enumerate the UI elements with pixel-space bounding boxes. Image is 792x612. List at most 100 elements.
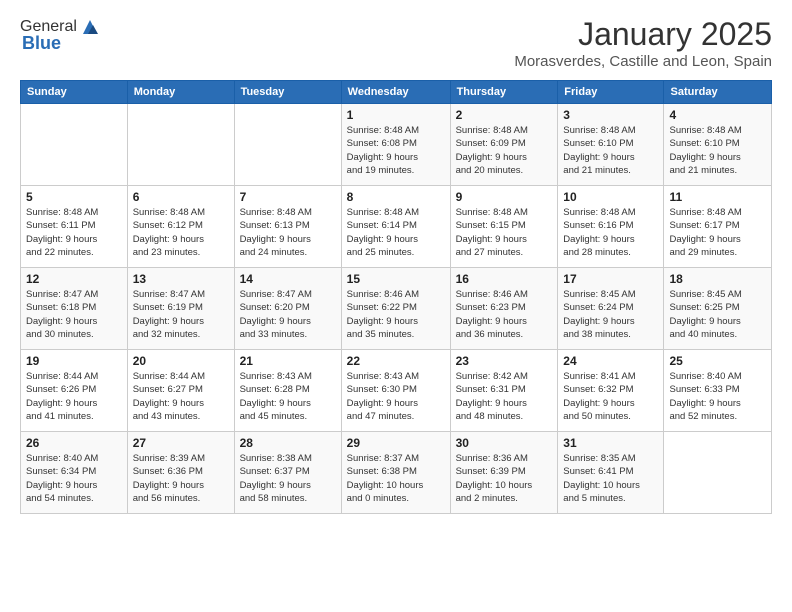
col-monday: Monday	[127, 81, 234, 104]
month-title: January 2025	[514, 16, 772, 53]
day-info: Sunrise: 8:48 AM Sunset: 6:16 PM Dayligh…	[563, 206, 658, 259]
day-number: 21	[240, 354, 336, 368]
day-info: Sunrise: 8:48 AM Sunset: 6:12 PM Dayligh…	[133, 206, 229, 259]
day-info: Sunrise: 8:39 AM Sunset: 6:36 PM Dayligh…	[133, 452, 229, 505]
day-number: 6	[133, 190, 229, 204]
calendar-cell: 20 Sunrise: 8:44 AM Sunset: 6:27 PM Dayli…	[127, 350, 234, 432]
day-number: 8	[347, 190, 445, 204]
day-info: Sunrise: 8:44 AM Sunset: 6:26 PM Dayligh…	[26, 370, 122, 423]
col-friday: Friday	[558, 81, 664, 104]
col-tuesday: Tuesday	[234, 81, 341, 104]
day-number: 29	[347, 436, 445, 450]
calendar-cell: 2 Sunrise: 8:48 AM Sunset: 6:09 PM Daylig…	[450, 104, 558, 186]
day-number: 13	[133, 272, 229, 286]
calendar-cell	[21, 104, 128, 186]
calendar-cell: 26 Sunrise: 8:40 AM Sunset: 6:34 PM Dayli…	[21, 432, 128, 514]
calendar-week-row: 26 Sunrise: 8:40 AM Sunset: 6:34 PM Dayli…	[21, 432, 772, 514]
calendar-header-row: Sunday Monday Tuesday Wednesday Thursday…	[21, 81, 772, 104]
day-info: Sunrise: 8:44 AM Sunset: 6:27 PM Dayligh…	[133, 370, 229, 423]
col-saturday: Saturday	[664, 81, 772, 104]
calendar-cell: 28 Sunrise: 8:38 AM Sunset: 6:37 PM Dayli…	[234, 432, 341, 514]
calendar-cell: 9 Sunrise: 8:48 AM Sunset: 6:15 PM Daylig…	[450, 186, 558, 268]
day-info: Sunrise: 8:45 AM Sunset: 6:25 PM Dayligh…	[669, 288, 766, 341]
day-info: Sunrise: 8:48 AM Sunset: 6:13 PM Dayligh…	[240, 206, 336, 259]
day-info: Sunrise: 8:36 AM Sunset: 6:39 PM Dayligh…	[456, 452, 553, 505]
day-number: 4	[669, 108, 766, 122]
day-info: Sunrise: 8:42 AM Sunset: 6:31 PM Dayligh…	[456, 370, 553, 423]
calendar-cell: 22 Sunrise: 8:43 AM Sunset: 6:30 PM Dayli…	[341, 350, 450, 432]
calendar-cell: 19 Sunrise: 8:44 AM Sunset: 6:26 PM Dayli…	[21, 350, 128, 432]
day-info: Sunrise: 8:45 AM Sunset: 6:24 PM Dayligh…	[563, 288, 658, 341]
col-thursday: Thursday	[450, 81, 558, 104]
day-info: Sunrise: 8:48 AM Sunset: 6:10 PM Dayligh…	[563, 124, 658, 177]
calendar-cell: 11 Sunrise: 8:48 AM Sunset: 6:17 PM Dayli…	[664, 186, 772, 268]
calendar-cell	[127, 104, 234, 186]
calendar-cell: 16Sunrise: 8:46 AM Sunset: 6:23 PM Dayli…	[450, 268, 558, 350]
day-number: 3	[563, 108, 658, 122]
day-info: Sunrise: 8:43 AM Sunset: 6:28 PM Dayligh…	[240, 370, 336, 423]
day-number: 15	[347, 272, 445, 286]
day-number: 1	[347, 108, 445, 122]
calendar-cell: 3 Sunrise: 8:48 AM Sunset: 6:10 PM Daylig…	[558, 104, 664, 186]
calendar-cell: 12 Sunrise: 8:47 AM Sunset: 6:18 PM Dayli…	[21, 268, 128, 350]
calendar-cell: 13 Sunrise: 8:47 AM Sunset: 6:19 PM Dayli…	[127, 268, 234, 350]
day-info: Sunrise: 8:46 AM Sunset: 6:22 PM Dayligh…	[347, 288, 445, 341]
logo: General Blue	[20, 16, 101, 54]
page: General Blue January 2025 Morasverdes, C…	[0, 0, 792, 612]
calendar-week-row: 19 Sunrise: 8:44 AM Sunset: 6:26 PM Dayli…	[21, 350, 772, 432]
day-number: 5	[26, 190, 122, 204]
calendar-cell: 10 Sunrise: 8:48 AM Sunset: 6:16 PM Dayli…	[558, 186, 664, 268]
calendar-cell: 27 Sunrise: 8:39 AM Sunset: 6:36 PM Dayli…	[127, 432, 234, 514]
col-sunday: Sunday	[21, 81, 128, 104]
day-number: 26	[26, 436, 122, 450]
calendar-week-row: 5Sunrise: 8:48 AM Sunset: 6:11 PM Daylig…	[21, 186, 772, 268]
day-number: 30	[456, 436, 553, 450]
day-info: Sunrise: 8:40 AM Sunset: 6:33 PM Dayligh…	[669, 370, 766, 423]
day-info: Sunrise: 8:41 AM Sunset: 6:32 PM Dayligh…	[563, 370, 658, 423]
day-number: 7	[240, 190, 336, 204]
day-number: 28	[240, 436, 336, 450]
day-info: Sunrise: 8:48 AM Sunset: 6:09 PM Dayligh…	[456, 124, 553, 177]
day-number: 17	[563, 272, 658, 286]
calendar-cell: 29Sunrise: 8:37 AM Sunset: 6:38 PM Dayli…	[341, 432, 450, 514]
day-number: 31	[563, 436, 658, 450]
day-number: 24	[563, 354, 658, 368]
day-info: Sunrise: 8:47 AM Sunset: 6:20 PM Dayligh…	[240, 288, 336, 341]
day-number: 14	[240, 272, 336, 286]
calendar-cell: 30 Sunrise: 8:36 AM Sunset: 6:39 PM Dayli…	[450, 432, 558, 514]
calendar-cell: 6 Sunrise: 8:48 AM Sunset: 6:12 PM Daylig…	[127, 186, 234, 268]
day-info: Sunrise: 8:48 AM Sunset: 6:14 PM Dayligh…	[347, 206, 445, 259]
day-number: 22	[347, 354, 445, 368]
calendar-cell: 5Sunrise: 8:48 AM Sunset: 6:11 PM Daylig…	[21, 186, 128, 268]
day-number: 12	[26, 272, 122, 286]
day-number: 9	[456, 190, 553, 204]
calendar-cell: 31Sunrise: 8:35 AM Sunset: 6:41 PM Dayli…	[558, 432, 664, 514]
day-info: Sunrise: 8:48 AM Sunset: 6:15 PM Dayligh…	[456, 206, 553, 259]
calendar-cell: 15 Sunrise: 8:46 AM Sunset: 6:22 PM Dayli…	[341, 268, 450, 350]
day-number: 25	[669, 354, 766, 368]
day-info: Sunrise: 8:47 AM Sunset: 6:19 PM Dayligh…	[133, 288, 229, 341]
day-number: 10	[563, 190, 658, 204]
day-number: 19	[26, 354, 122, 368]
logo-text: General Blue	[20, 16, 101, 54]
calendar-cell: 21 Sunrise: 8:43 AM Sunset: 6:28 PM Dayli…	[234, 350, 341, 432]
day-info: Sunrise: 8:48 AM Sunset: 6:17 PM Dayligh…	[669, 206, 766, 259]
day-info: Sunrise: 8:40 AM Sunset: 6:34 PM Dayligh…	[26, 452, 122, 505]
day-number: 11	[669, 190, 766, 204]
calendar-cell: 25 Sunrise: 8:40 AM Sunset: 6:33 PM Dayli…	[664, 350, 772, 432]
title-block: January 2025 Morasverdes, Castille and L…	[514, 16, 772, 70]
location: Morasverdes, Castille and Leon, Spain	[514, 53, 772, 70]
header: General Blue January 2025 Morasverdes, C…	[20, 16, 772, 70]
calendar-cell: 4Sunrise: 8:48 AM Sunset: 6:10 PM Daylig…	[664, 104, 772, 186]
day-number: 2	[456, 108, 553, 122]
day-number: 20	[133, 354, 229, 368]
day-info: Sunrise: 8:43 AM Sunset: 6:30 PM Dayligh…	[347, 370, 445, 423]
day-info: Sunrise: 8:38 AM Sunset: 6:37 PM Dayligh…	[240, 452, 336, 505]
calendar-body: 1Sunrise: 8:48 AM Sunset: 6:08 PM Daylig…	[21, 104, 772, 514]
calendar-cell	[664, 432, 772, 514]
calendar-cell: 17 Sunrise: 8:45 AM Sunset: 6:24 PM Dayli…	[558, 268, 664, 350]
day-info: Sunrise: 8:47 AM Sunset: 6:18 PM Dayligh…	[26, 288, 122, 341]
calendar-cell: 8 Sunrise: 8:48 AM Sunset: 6:14 PM Daylig…	[341, 186, 450, 268]
day-number: 27	[133, 436, 229, 450]
day-number: 18	[669, 272, 766, 286]
